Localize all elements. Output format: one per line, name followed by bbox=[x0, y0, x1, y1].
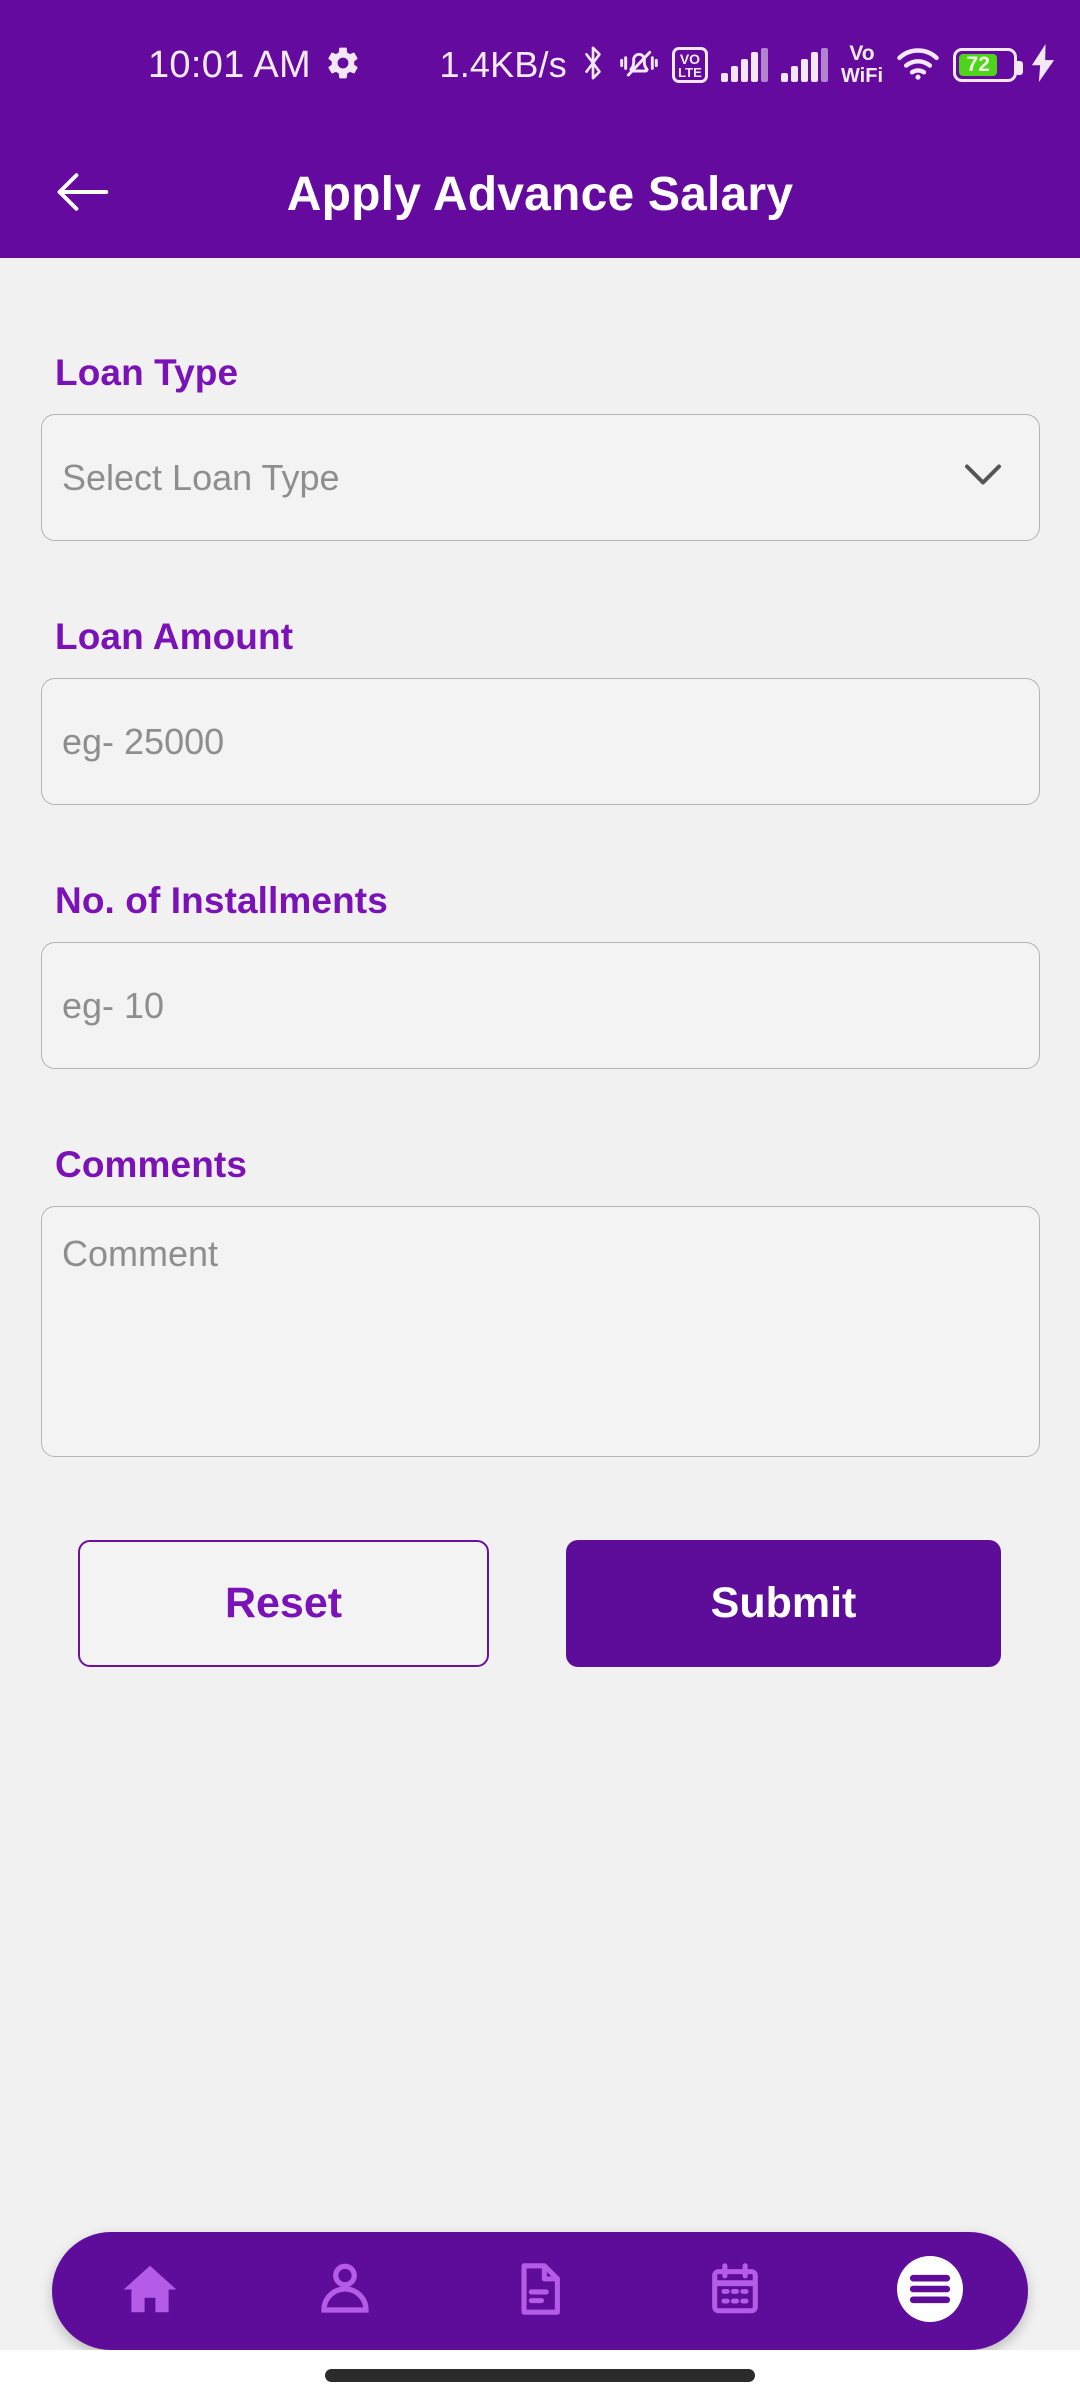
bottom-navigation-bar bbox=[52, 2232, 1028, 2350]
network-speed-label: 1.4KB/s bbox=[439, 44, 567, 85]
person-icon bbox=[315, 2259, 375, 2324]
status-bar: 10:01 AM 1.4KB/s VO LTE Vo WiFi 72 bbox=[0, 0, 1080, 130]
comments-textarea[interactable]: Comment bbox=[41, 1206, 1040, 1457]
battery-icon: 72 bbox=[953, 48, 1023, 82]
form-container: Loan Type Select Loan Type Loan Amount e… bbox=[0, 258, 1080, 2200]
bell-muted-icon bbox=[619, 45, 659, 86]
menu-icon bbox=[894, 2253, 966, 2330]
submit-button[interactable]: Submit bbox=[566, 1540, 1001, 1667]
nav-item-menu[interactable] bbox=[855, 2232, 1005, 2350]
bluetooth-icon bbox=[580, 44, 606, 87]
nav-item-profile[interactable] bbox=[270, 2232, 420, 2350]
volte-line2: LTE bbox=[678, 64, 702, 80]
charging-bolt-icon bbox=[1030, 43, 1056, 87]
loan-amount-input[interactable]: eg- 25000 bbox=[41, 678, 1040, 805]
nav-item-calendar[interactable] bbox=[660, 2232, 810, 2350]
installments-placeholder: eg- 10 bbox=[62, 984, 165, 1026]
loan-type-label: Loan Type bbox=[55, 352, 239, 393]
status-bar-clock: 10:01 AM bbox=[148, 43, 311, 86]
gesture-handle[interactable] bbox=[325, 2368, 755, 2382]
volte-line1: VO bbox=[679, 50, 701, 67]
loan-type-dropdown[interactable]: Select Loan Type bbox=[41, 414, 1040, 541]
page-title: Apply Advance Salary bbox=[286, 167, 794, 221]
vowifi-icon: Vo WiFi bbox=[841, 43, 883, 86]
comments-label: Comments bbox=[55, 1144, 247, 1185]
document-icon bbox=[511, 2260, 569, 2323]
loan-type-placeholder: Select Loan Type bbox=[62, 456, 340, 498]
calendar-icon bbox=[706, 2260, 764, 2323]
installments-input[interactable]: eg- 10 bbox=[41, 942, 1040, 1069]
signal-bars-icon-sim1 bbox=[720, 48, 768, 82]
nav-item-home[interactable] bbox=[75, 2232, 225, 2350]
vowifi-line1: Vo bbox=[849, 42, 875, 66]
status-bar-left-group: 10:01 AM bbox=[148, 0, 361, 130]
volte-icon: VO LTE bbox=[671, 47, 708, 83]
status-bar-right-group: 1.4KB/s VO LTE Vo WiFi 72 bbox=[439, 0, 1056, 130]
signal-bars-icon-sim2 bbox=[780, 48, 828, 82]
installments-label: No. of Installments bbox=[55, 880, 388, 921]
gear-icon bbox=[325, 45, 361, 86]
reset-button[interactable]: Reset bbox=[78, 1540, 489, 1667]
battery-level-label: 72 bbox=[959, 53, 998, 76]
navigation-gesture-area bbox=[0, 2350, 1080, 2400]
loan-amount-placeholder: eg- 25000 bbox=[62, 720, 225, 762]
comments-placeholder: Comment bbox=[62, 1233, 219, 1274]
vowifi-line2: WiFi bbox=[840, 64, 883, 87]
app-bar: Apply Advance Salary bbox=[0, 130, 1080, 258]
home-icon bbox=[119, 2258, 181, 2325]
loan-amount-label: Loan Amount bbox=[55, 616, 294, 657]
chevron-down-icon[interactable] bbox=[963, 462, 1003, 493]
wifi-icon bbox=[896, 46, 940, 85]
nav-item-documents[interactable] bbox=[465, 2232, 615, 2350]
